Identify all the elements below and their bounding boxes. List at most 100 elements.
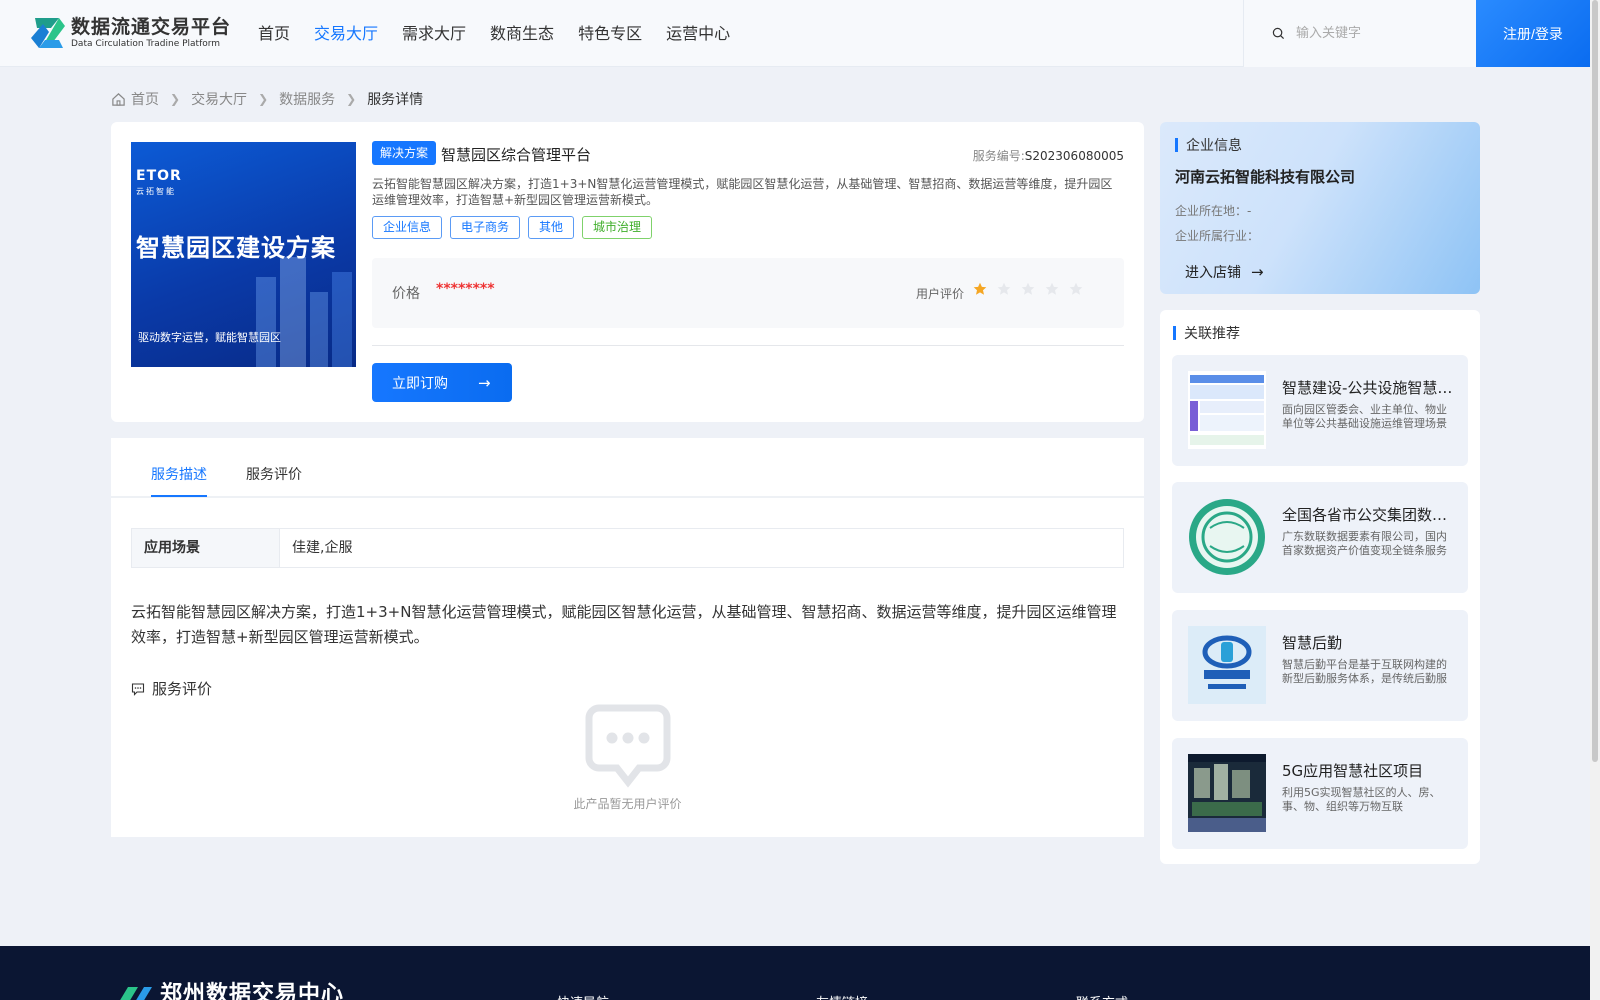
product-card: ETOR 云拓智能 智慧园区建设方案 驱动数字运营，赋能智慧园区 解决方案 智慧… <box>111 122 1144 422</box>
detail-card: 服务描述 服务评价 应用场景 佳建,企服 云拓智能智慧园区解决方案，打造1+3+… <box>111 438 1144 837</box>
breadcrumb-trading-hall[interactable]: 交易大厅 <box>191 89 247 109</box>
company-location-value: - <box>1247 204 1252 218</box>
nav-operations[interactable]: 运营中心 <box>666 22 730 46</box>
data-globe-thumbnail <box>1189 499 1265 575</box>
nav-special-zone[interactable]: 特色专区 <box>578 22 642 46</box>
active-tab-indicator <box>151 495 207 497</box>
logo-title: 数据流通交易平台 <box>71 16 232 38</box>
company-name: 河南云拓智能科技有限公司 <box>1175 168 1356 186</box>
cover-caption: 驱动数字运营，赋能智慧园区 <box>138 331 281 344</box>
home-icon <box>112 92 125 106</box>
heading-accent-bar <box>1173 326 1176 340</box>
service-number-value: S202306080005 <box>1024 149 1124 163</box>
recommend-thumbnail <box>1188 498 1266 576</box>
star-icon <box>997 282 1011 295</box>
company-info-heading: 企业信息 <box>1175 135 1242 155</box>
chevron-right-icon: ❯ <box>346 92 357 106</box>
recommend-title: 智慧后勤 <box>1282 634 1343 652</box>
recommend-title: 智慧建设-公共设施智慧运维平台 <box>1282 379 1454 397</box>
footer-logo-icon <box>120 987 152 1000</box>
scrollbar-thumb[interactable] <box>1592 0 1598 762</box>
product-cover-image: ETOR 云拓智能 智慧园区建设方案 驱动数字运营，赋能智慧园区 <box>131 142 356 367</box>
platform-logo[interactable]: 数据流通交易平台 Data Circulation Tradine Platfo… <box>29 14 231 52</box>
company-location-label: 企业所在地： <box>1175 204 1248 218</box>
tag-other[interactable]: 其他 <box>528 216 575 239</box>
tag-city-governance[interactable]: 城市治理 <box>582 216 653 239</box>
review-section-heading: 服务评价 <box>131 678 212 699</box>
breadcrumb-home[interactable]: 首页 <box>131 89 159 109</box>
recommend-description: 广东数联数据要素有限公司，国内首家数据资产价值变现全链条服务商 <box>1282 530 1447 557</box>
scene-label: 应用场景 <box>132 529 280 567</box>
company-industry-label: 企业所属行业： <box>1175 229 1260 243</box>
service-long-description: 云拓智能智慧园区解决方案，打造1+3+N智慧化运营管理模式，赋能园区智慧化运营，… <box>131 603 1117 646</box>
main-nav: 首页 交易大厅 需求大厅 数商生态 特色专区 运营中心 <box>258 22 754 46</box>
review-heading-text: 服务评价 <box>152 680 213 698</box>
recommend-title: 5G应用智慧社区项目 <box>1282 762 1424 780</box>
footer-contact: 联系方式 <box>1076 992 1128 1000</box>
scene-value: 佳建,企服 <box>292 540 353 556</box>
recommend-thumbnail <box>1188 754 1266 832</box>
star-icon <box>1021 282 1035 295</box>
page-scrollbar[interactable] <box>1590 0 1600 1000</box>
nav-home[interactable]: 首页 <box>258 22 290 46</box>
service-number-label: 服务编号: <box>972 149 1025 163</box>
login-register-button[interactable]: 注册/登录 <box>1476 0 1590 67</box>
star-icon <box>1045 282 1059 295</box>
enter-shop-label: 进入店铺 <box>1185 265 1241 281</box>
rating-stars <box>973 282 1093 296</box>
recommend-item[interactable]: 智慧后勤 智慧后勤平台是基于互联网构建的新型后勤服务体系，是传统后勤服务的升级 <box>1172 610 1468 721</box>
search-icon <box>1272 27 1285 40</box>
recommend-item[interactable]: 5G应用智慧社区项目 利用5G实现智慧社区的人、房、事、物、组织等万物互联 <box>1172 738 1468 849</box>
divider <box>372 345 1124 346</box>
breadcrumb: 首页 ❯ 交易大厅 ❯ 数据服务 ❯ 服务详情 <box>111 89 423 109</box>
recommend-thumbnail <box>1188 371 1266 449</box>
product-description: 云拓智能智慧园区解决方案，打造1+3+N智慧化运营管理模式，赋能园区智慧化运营，… <box>372 177 1113 207</box>
star-icon <box>1069 282 1083 295</box>
price-value: ******** <box>436 281 495 297</box>
tab-service-description[interactable]: 服务描述 <box>151 464 207 484</box>
search-box <box>1243 0 1476 67</box>
breadcrumb-data-service[interactable]: 数据服务 <box>279 89 335 109</box>
search-input[interactable] <box>1296 20 1461 46</box>
tag-company-info[interactable]: 企业信息 <box>372 216 443 239</box>
order-now-button[interactable]: 立即订购 → <box>372 363 512 402</box>
chevron-right-icon: ❯ <box>170 92 181 106</box>
related-recommendations: 关联推荐 智慧建设-公共设施智慧运维平台 面向园区管委会、业主单位、物业单位等公… <box>1160 310 1480 864</box>
brand-logo-thumbnail <box>1188 626 1266 704</box>
price-panel: 价格 ******** 用户评价 <box>372 258 1124 328</box>
cover-title: 智慧园区建设方案 <box>136 234 336 262</box>
recommend-description: 利用5G实现智慧社区的人、房、事、物、组织等万物互联 <box>1282 786 1441 813</box>
heading-accent-bar <box>1175 138 1178 152</box>
nav-ecosystem[interactable]: 数商生态 <box>490 22 554 46</box>
detail-tabs: 服务描述 服务评价 <box>111 438 1144 498</box>
recommend-item[interactable]: 全国各省市公交集团数据资产价值变现 广东数联数据要素有限公司，国内首家数据资产价… <box>1172 482 1468 593</box>
community-aerial-thumbnail <box>1188 754 1266 832</box>
nav-demand-hall[interactable]: 需求大厅 <box>402 22 466 46</box>
product-type-badge: 解决方案 <box>372 141 437 165</box>
recommend-heading-text: 关联推荐 <box>1184 326 1240 342</box>
cover-brand-sub: 云拓智能 <box>136 187 176 196</box>
company-info-heading-text: 企业信息 <box>1186 138 1242 154</box>
service-number: 服务编号:S202306080005 <box>973 147 1124 164</box>
top-header: 数据流通交易平台 Data Circulation Tradine Platfo… <box>0 0 1600 67</box>
recommend-description: 面向园区管委会、业主单位、物业单位等公共基础设施运维管理场景 <box>1282 403 1447 430</box>
tab-service-reviews[interactable]: 服务评价 <box>246 464 302 484</box>
logo-subtitle: Data Circulation Tradine Platform <box>71 39 221 49</box>
rating-label: 用户评价 <box>916 287 965 301</box>
recommend-thumbnail <box>1188 626 1266 704</box>
recommend-item[interactable]: 智慧建设-公共设施智慧运维平台 面向园区管委会、业主单位、物业单位等公共基础设施… <box>1172 355 1468 466</box>
application-scene-row: 应用场景 佳建,企服 <box>131 528 1124 568</box>
footer-friendly-links: 友情链接 <box>816 992 868 1000</box>
recommend-heading: 关联推荐 <box>1173 323 1240 343</box>
footer-logo: 郑州数据交易中心 <box>112 976 344 1000</box>
product-title: 智慧园区综合管理平台 <box>441 146 592 164</box>
star-icon <box>973 282 987 295</box>
comment-icon <box>131 682 145 696</box>
chevron-right-icon: ❯ <box>258 92 269 106</box>
order-now-label: 立即订购 <box>392 375 448 392</box>
company-industry: 企业所属行业： <box>1175 227 1259 244</box>
enter-shop-link[interactable]: 进入店铺 → <box>1185 262 1264 282</box>
nav-trading-hall[interactable]: 交易大厅 <box>314 22 378 46</box>
arrow-right-icon: → <box>1251 263 1264 281</box>
tag-ecommerce[interactable]: 电子商务 <box>450 216 521 239</box>
